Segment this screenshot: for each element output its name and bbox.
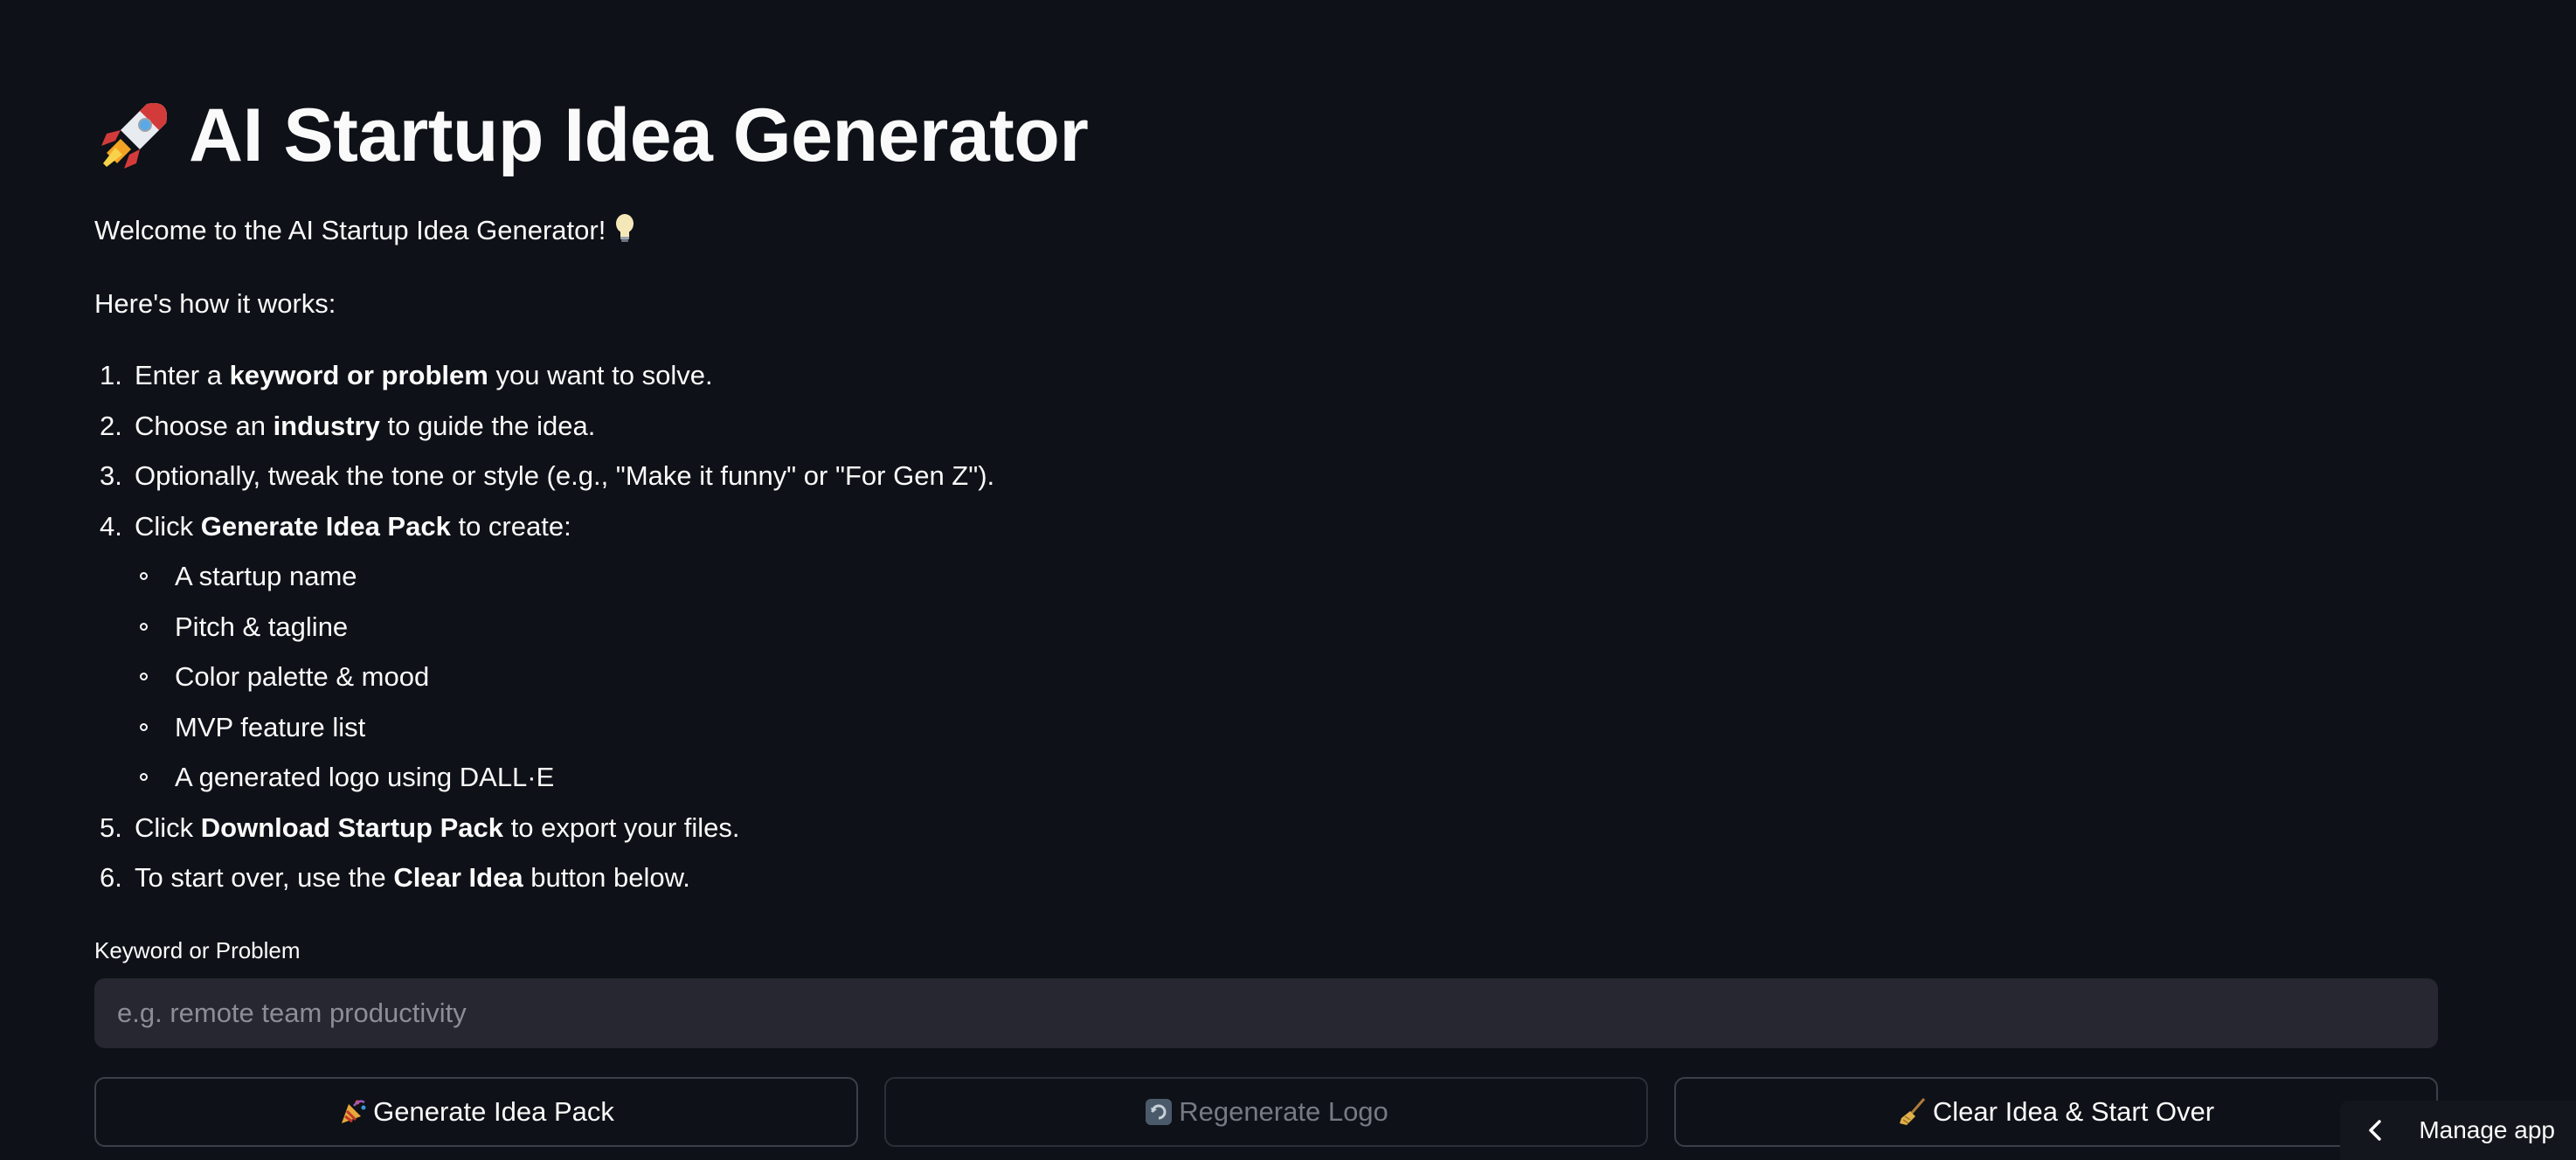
step-number: 4. (100, 510, 122, 542)
regenerate-logo-button[interactable]: Regenerate Logo (884, 1077, 1648, 1147)
keyword-input-container (94, 978, 2438, 1048)
rocket-icon (101, 102, 168, 169)
manage-app-label: Manage app (2419, 1116, 2555, 1143)
regenerate-button-label: Regenerate Logo (1179, 1096, 1388, 1127)
step-text: Choose an (135, 410, 274, 441)
step-bold: Clear Idea (393, 862, 523, 893)
step-item: 6. To start over, use the Clear Idea but… (94, 859, 994, 909)
broom-icon (1899, 1098, 1926, 1125)
refresh-icon (1146, 1099, 1173, 1125)
keyword-input[interactable] (94, 978, 2438, 1048)
step-text: Optionally, tweak the tone or style (e.g… (135, 460, 995, 491)
step-text: to create: (450, 510, 571, 542)
page-title: AI Startup Idea Generator (94, 87, 1089, 183)
sub-item-text: A generated logo using DALL·E (175, 762, 555, 792)
step-text: to export your files. (503, 811, 740, 843)
sub-item-text: MVP feature list (175, 711, 366, 742)
step-number: 6. (100, 862, 122, 893)
welcome-text: Welcome to the AI Startup Idea Generator… (94, 211, 637, 250)
step-number: 5. (100, 811, 122, 843)
sub-list-item: Color palette & mood (135, 658, 994, 708)
clear-button-label: Clear Idea & Start Over (1932, 1096, 2215, 1127)
bullet-circle-icon (140, 622, 148, 631)
bullet-circle-icon (140, 722, 148, 731)
step-text: Click (135, 811, 201, 843)
sub-list-item: Pitch & tagline (135, 608, 994, 659)
step-bold: keyword or problem (229, 360, 488, 390)
step-bold: Download Startup Pack (200, 811, 504, 843)
bullet-circle-icon (140, 673, 148, 680)
step-line: 4. Click Generate Idea Pack to create: (100, 508, 994, 558)
lightbulb-icon (616, 214, 634, 242)
bullet-circle-icon (140, 572, 148, 580)
sub-list-item: MVP feature list (135, 708, 994, 759)
how-it-works-text: Here's how it works: (94, 288, 336, 319)
sub-list-item: A startup name (135, 557, 994, 608)
page-title-text: AI Startup Idea Generator (189, 93, 1089, 177)
generate-idea-pack-button[interactable]: Generate Idea Pack (94, 1077, 858, 1147)
step-item: 1. Enter a keyword or problem you want t… (94, 356, 994, 407)
sub-item-text: A startup name (175, 561, 357, 591)
step-number: 1. (100, 360, 122, 390)
step-bold: industry (273, 410, 380, 441)
sub-list: A startup name Pitch & tagline Color pal… (135, 557, 994, 809)
chevron-left-icon (2369, 1120, 2382, 1141)
step-item: 2. Choose an industry to guide the idea. (94, 407, 994, 458)
sub-list-item: A generated logo using DALL·E (135, 758, 994, 809)
sub-item-text: Pitch & tagline (175, 611, 349, 642)
step-number: 2. (100, 410, 122, 441)
app-page: AI Startup Idea Generator Welcome to the… (0, 0, 2576, 1160)
step-text: To start over, use the (135, 862, 394, 893)
step-bold: Generate Idea Pack (200, 510, 451, 542)
step-item: 3. Optionally, tweak the tone or style (… (94, 457, 994, 508)
sub-item-text: Color palette & mood (175, 661, 430, 692)
generate-button-label: Generate Idea Pack (373, 1096, 614, 1127)
keyword-field-label: Keyword or Problem (94, 937, 301, 963)
party-popper-icon (342, 1100, 366, 1123)
bullet-circle-icon (140, 773, 148, 781)
step-text: to guide the idea. (379, 410, 596, 441)
step-text: you want to solve. (488, 360, 713, 390)
welcome-label: Welcome to the AI Startup Idea Generator… (94, 215, 606, 245)
manage-app-button[interactable]: Manage app (2340, 1101, 2576, 1160)
step-item: 4. Click Generate Idea Pack to create: A… (94, 508, 994, 809)
step-text: Enter a (135, 360, 230, 390)
steps-list: 1. Enter a keyword or problem you want t… (94, 356, 994, 909)
step-item: 5. Click Download Startup Pack to export… (94, 809, 994, 860)
clear-idea-button[interactable]: Clear Idea & Start Over (1674, 1077, 2438, 1147)
step-text: Click (135, 510, 201, 542)
step-number: 3. (100, 460, 122, 491)
step-text: button below. (523, 862, 690, 893)
